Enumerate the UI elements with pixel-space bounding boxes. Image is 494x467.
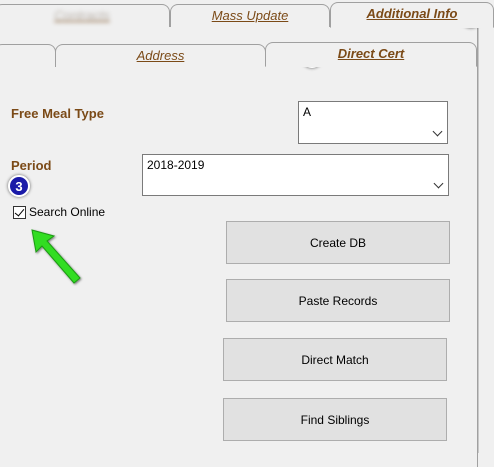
tab-inner-blank[interactable]	[0, 44, 56, 67]
tab-address[interactable]: Address	[55, 44, 266, 67]
tab-additional-info-label: Additional Info	[366, 6, 458, 21]
free-meal-type-label: Free Meal Type	[11, 106, 104, 121]
chevron-down-icon	[433, 178, 444, 189]
tab-direct-cert-label: Direct Cert	[337, 46, 405, 61]
callout-badge-3: 3	[8, 175, 30, 197]
search-online-label: Search Online	[29, 205, 106, 219]
right-strip	[478, 27, 494, 453]
period-value: 2018-2019	[147, 158, 205, 172]
direct-match-button[interactable]: Direct Match	[223, 338, 447, 381]
free-meal-type-value: A	[303, 105, 312, 119]
period-label: Period	[11, 158, 52, 173]
create-db-button[interactable]: Create DB	[226, 221, 450, 264]
tab-additional-info[interactable]: Additional Info	[330, 2, 494, 28]
search-online-checkbox[interactable]	[13, 206, 26, 219]
period-select[interactable]: 2018-2019	[142, 154, 449, 196]
chevron-down-icon	[432, 126, 443, 137]
tab-mass-update[interactable]: Mass Update	[170, 4, 330, 27]
arrow-icon	[31, 229, 81, 284]
free-meal-type-select[interactable]: A	[298, 101, 448, 144]
tab-direct-cert[interactable]: Direct Cert	[265, 42, 477, 67]
find-siblings-button[interactable]: Find Siblings	[223, 398, 447, 441]
tab-contracts-label: Contracts	[54, 8, 110, 23]
tab-address-label: Address	[136, 48, 185, 63]
tab-mass-update-label: Mass Update	[211, 8, 289, 23]
tab-contracts[interactable]: Contracts	[0, 4, 170, 27]
paste-records-button[interactable]: Paste Records	[226, 279, 450, 322]
